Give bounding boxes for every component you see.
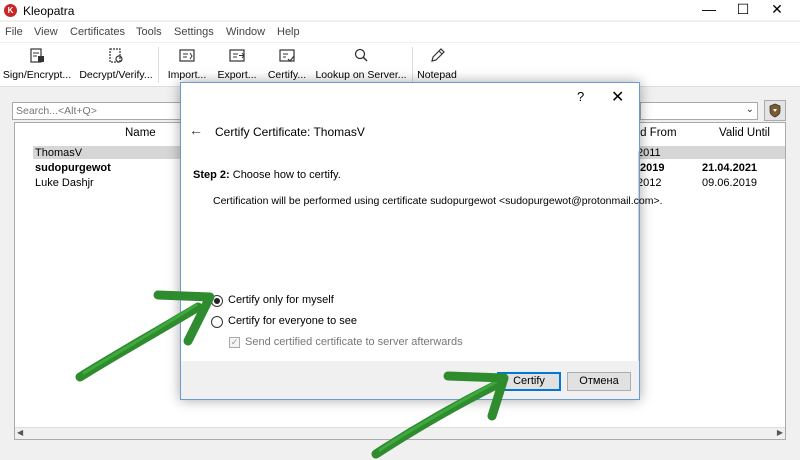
annotation-arrow-icon: [371, 371, 509, 459]
dialog-title: Certify Certificate: ThomasV: [215, 125, 365, 139]
chevron-down-icon: ⌄: [745, 104, 754, 115]
toolbar-separator: [412, 47, 413, 83]
annotation-arrow-icon: [75, 290, 215, 382]
dialog-content-panel: [193, 151, 639, 361]
send-to-server-label: Send certified certificate to server aft…: [245, 336, 463, 348]
help-button[interactable]: ?: [577, 89, 584, 104]
notepad-button[interactable]: Notepad: [416, 43, 458, 87]
scroll-right-icon[interactable]: ▶: [777, 428, 783, 437]
menu-settings[interactable]: Settings: [174, 26, 214, 38]
table-row-valid-until: 21.04.2021: [702, 162, 758, 174]
table-row-valid-until: 09.06.2019: [702, 177, 758, 189]
export-icon: [229, 49, 245, 62]
table-row-name[interactable]: sudopurgewot: [35, 162, 111, 174]
step-number: Step 2:: [193, 169, 230, 181]
sign-encrypt-button[interactable]: Sign/Encrypt...: [2, 43, 72, 87]
back-arrow-icon[interactable]: ←: [189, 122, 203, 138]
toolbar-separator: [158, 47, 159, 83]
export-button[interactable]: Export...: [214, 43, 260, 87]
sign-encrypt-label: Sign/Encrypt...: [2, 69, 72, 81]
column-header-valid-from[interactable]: lid From: [635, 127, 677, 139]
menu-file[interactable]: File: [5, 26, 23, 38]
decrypt-verify-icon: [109, 48, 123, 63]
toolbar: Sign/Encrypt... Decrypt/Verify... Import…: [0, 43, 800, 87]
certify-icon: [279, 49, 295, 62]
import-icon: [179, 49, 195, 62]
lookup-on-server-button[interactable]: Lookup on Server...: [314, 43, 408, 87]
certify-dialog: ? ✕ ← Certify Certificate: ThomasV Step …: [180, 82, 663, 400]
menu-tools[interactable]: Tools: [136, 26, 162, 38]
decrypt-verify-button[interactable]: Decrypt/Verify...: [78, 43, 154, 87]
window-title: Kleopatra: [23, 4, 75, 18]
decrypt-verify-label: Decrypt/Verify...: [79, 69, 153, 81]
send-to-server-checkbox[interactable]: ✓: [229, 337, 240, 348]
table-row-valid-from: 2011: [637, 147, 661, 159]
certification-info-text: Certification will be performed using ce…: [213, 195, 663, 207]
table-row-name[interactable]: Luke Dashjr: [35, 177, 94, 189]
pencil-icon: [431, 48, 445, 62]
scroll-left-icon[interactable]: ◀: [17, 428, 23, 437]
import-button[interactable]: Import...: [164, 43, 210, 87]
table-row-name[interactable]: ThomasV: [35, 147, 82, 159]
column-header-valid-until[interactable]: Valid Until: [719, 127, 770, 139]
step-text: Choose how to certify.: [229, 169, 341, 181]
kleopatra-app-icon: K: [4, 4, 17, 17]
filter-config-button[interactable]: [764, 100, 786, 121]
step-instruction: Step 2: Choose how to certify.: [193, 169, 341, 181]
radio-certify-myself-label[interactable]: Certify only for myself: [228, 294, 334, 306]
table-row-valid-from: .2019: [637, 162, 665, 174]
dialog-close-button[interactable]: ✕: [611, 87, 624, 107]
search-icon: [354, 48, 368, 62]
menu-bar: File View Certificates Tools Settings Wi…: [0, 22, 800, 42]
title-bar: K Kleopatra — ☐ ✕: [0, 0, 800, 20]
menu-help[interactable]: Help: [277, 26, 300, 38]
import-label: Import...: [167, 69, 207, 81]
radio-certify-everyone-label[interactable]: Certify for everyone to see: [228, 315, 357, 327]
cancel-button[interactable]: Отмена: [567, 372, 631, 391]
certify-toolbar-label: Certify...: [267, 69, 307, 81]
export-label: Export...: [217, 69, 257, 81]
shield-filter-icon: [769, 103, 781, 118]
lookup-label: Lookup on Server...: [315, 69, 407, 81]
menu-window[interactable]: Window: [226, 26, 265, 38]
column-header-name[interactable]: Name: [125, 127, 156, 139]
close-window-button[interactable]: ✕: [754, 0, 800, 20]
notepad-label: Notepad: [417, 69, 457, 81]
menu-view[interactable]: View: [34, 26, 58, 38]
table-row-valid-from: 2012: [637, 177, 662, 189]
filter-combo[interactable]: ⌄: [640, 102, 758, 120]
search-input[interactable]: [12, 102, 182, 120]
sign-encrypt-icon: [30, 48, 44, 63]
certify-toolbar-button[interactable]: Certify...: [264, 43, 310, 87]
menu-certificates[interactable]: Certificates: [70, 26, 125, 38]
